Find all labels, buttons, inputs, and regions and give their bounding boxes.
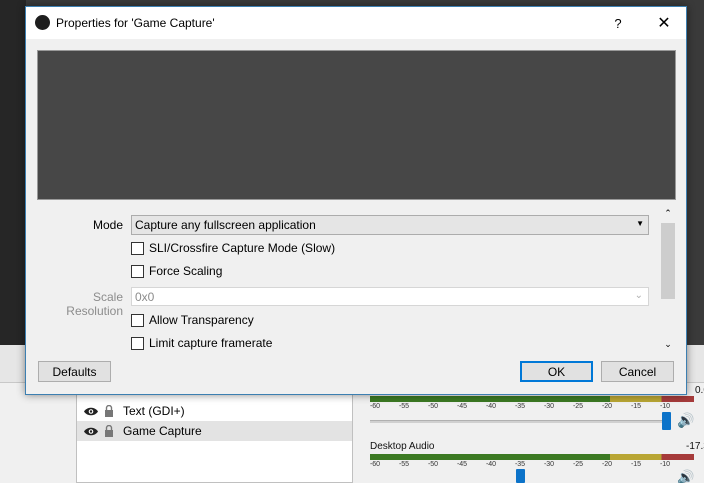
lock-icon[interactable] [101,405,117,417]
track-label: Desktop Audio [370,441,435,452]
scale-resolution-value: 0x0 [135,290,155,304]
meter-ticks: -60 -55 -50 -45 -40 -35 -30 -25 -20 -15 … [369,461,671,468]
volume-slider[interactable] [370,420,670,423]
allow-transparency-label: Allow Transparency [149,313,254,327]
properties-dialog: Properties for 'Game Capture' ? ✕ Mode C… [25,6,687,395]
volume-slider-thumb[interactable] [516,469,525,483]
mode-label: Mode [92,218,123,232]
scale-resolution-dropdown: 0x0 ⌄ [131,287,649,306]
obs-left-edge [0,0,26,345]
track-volume-value: 0.0 [695,385,704,396]
sources-list[interactable]: Text (GDI+) Game Capture [76,383,353,483]
obs-logo-icon [35,15,50,30]
force-scaling-label: Force Scaling [149,264,223,278]
speaker-icon[interactable]: 🔊 [677,469,694,483]
sli-crossfire-label: SLI/Crossfire Capture Mode (Slow) [149,241,336,255]
scroll-up-icon[interactable]: ⌃ [660,208,676,222]
scroll-down-icon[interactable]: ⌄ [660,339,676,353]
help-button[interactable]: ? [604,11,632,35]
eye-icon[interactable] [83,405,99,417]
volume-slider-thumb[interactable] [662,412,671,430]
scale-resolution-label: Scale Resolution [66,290,123,318]
scrollbar-thumb[interactable] [661,223,675,299]
limit-framerate-checkbox-row[interactable]: Limit capture framerate [131,335,272,351]
chevron-down-icon: ⌄ [634,290,643,301]
source-label: Game Capture [123,424,202,438]
dropdown-arrow-icon: ▼ [636,219,644,228]
limit-framerate-label: Limit capture framerate [149,336,273,350]
sli-crossfire-checkbox[interactable] [131,241,144,255]
allow-transparency-checkbox[interactable] [131,313,144,327]
defaults-button[interactable]: Defaults [38,361,111,382]
speaker-icon[interactable]: 🔊 [677,412,694,429]
source-label: Text (GDI+) [123,404,185,418]
track-volume-value: -17.3 [686,441,704,452]
properties-scrollbar[interactable]: ⌃ ⌄ [660,208,676,354]
sli-crossfire-checkbox-row[interactable]: SLI/Crossfire Capture Mode (Slow) [131,240,335,256]
meter-ticks: -60 -55 -50 -45 -40 -35 -30 -25 -20 -15 … [369,403,671,410]
force-scaling-checkbox[interactable] [131,264,144,278]
cancel-button[interactable]: Cancel [601,361,674,382]
source-preview [37,50,676,200]
limit-framerate-checkbox[interactable] [131,336,144,350]
mode-value: Capture any fullscreen application [135,218,316,232]
properties-panel: Mode Capture any fullscreen application … [37,208,676,356]
eye-icon[interactable] [83,425,99,437]
ok-button[interactable]: OK [520,361,593,382]
dialog-title: Properties for 'Game Capture' [56,16,215,30]
dialog-titlebar[interactable]: Properties for 'Game Capture' ? ✕ [26,7,686,39]
audio-meter [370,396,694,402]
close-button[interactable]: ✕ [650,11,678,35]
force-scaling-checkbox-row[interactable]: Force Scaling [131,263,222,279]
allow-transparency-checkbox-row[interactable]: Allow Transparency [131,312,254,328]
mode-dropdown[interactable]: Capture any fullscreen application ▼ [131,215,649,235]
audio-mixer: 0.0 -60 -55 -50 -45 -40 -35 -30 -25 -20 … [364,383,704,483]
lock-icon[interactable] [101,425,117,437]
audio-meter [370,454,694,460]
source-item-text[interactable]: Text (GDI+) [77,401,352,421]
source-item-game-capture[interactable]: Game Capture [77,421,352,441]
